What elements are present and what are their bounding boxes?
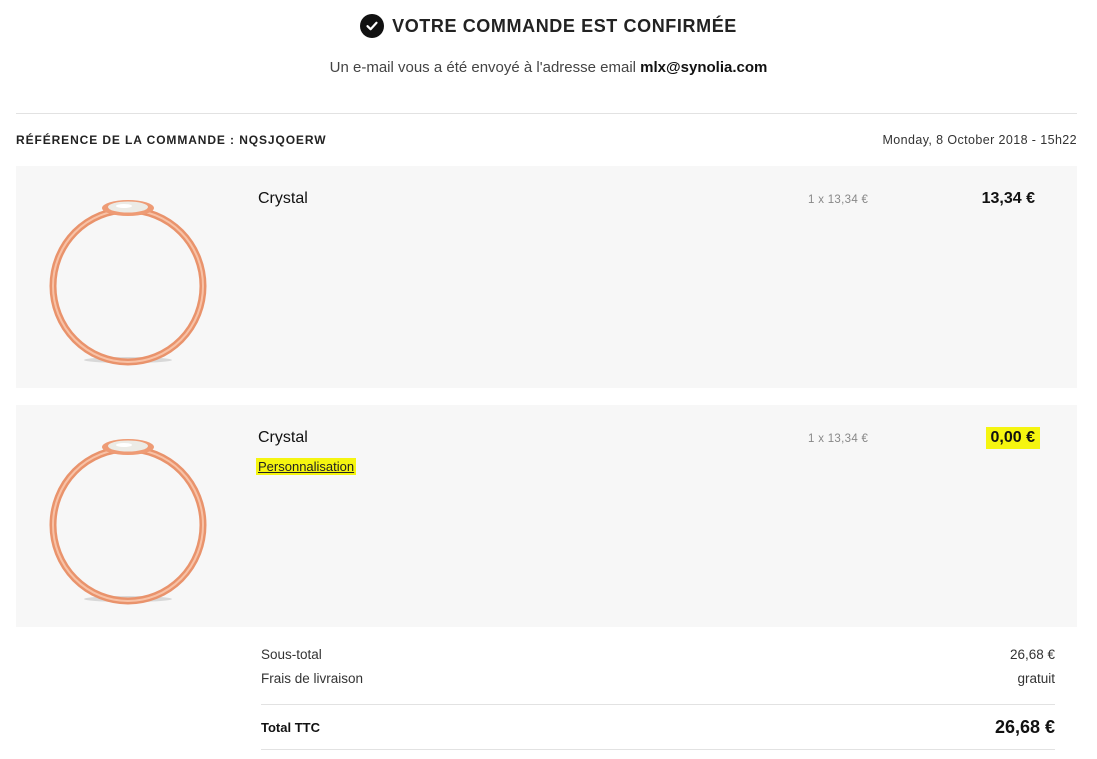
- subtotal-label: Sous-total: [261, 647, 322, 662]
- order-reference: RÉFÉRENCE DE LA COMMANDE : NQSJQOERW: [16, 133, 327, 147]
- ring-image: [44, 433, 214, 608]
- totals-bottom-divider: [261, 749, 1055, 750]
- total-row: Total TTC 26,68 €: [261, 705, 1055, 749]
- email-address: mlx@synolia.com: [640, 59, 768, 76]
- confirmation-header: VOTRE COMMANDE EST CONFIRMÉE Un e-mail v…: [0, 14, 1097, 76]
- subtotal-row: Sous-total 26,68 €: [261, 643, 1055, 667]
- order-totals: Sous-total 26,68 € Frais de livraison gr…: [261, 643, 1055, 750]
- total-label: Total TTC: [261, 719, 320, 735]
- shipping-value: gratuit: [1017, 671, 1055, 686]
- product-row: Crystal 1 x 13,34 € 13,34 €: [16, 166, 1077, 388]
- email-notice: Un e-mail vous a été envoyé à l'adresse …: [0, 59, 1097, 76]
- product-price: 0,00 €: [985, 427, 1040, 449]
- ring-image: [44, 194, 214, 369]
- personnalisation-link[interactable]: Personnalisation: [256, 458, 357, 475]
- product-name: Crystal: [258, 429, 308, 446]
- check-circle-icon: [360, 14, 385, 38]
- order-date: Monday, 8 October 2018 - 15h22: [882, 133, 1077, 147]
- page-title: VOTRE COMMANDE EST CONFIRMÉE: [392, 15, 737, 36]
- product-quantity: 1 x 13,34 €: [808, 433, 869, 445]
- total-value: 26,68 €: [994, 716, 1055, 737]
- product-price: 13,34 €: [981, 190, 1035, 207]
- subtotal-value: 26,68 €: [1009, 647, 1055, 662]
- shipping-label: Frais de livraison: [261, 671, 364, 686]
- shipping-row: Frais de livraison gratuit: [261, 667, 1055, 691]
- product-row: Crystal Personnalisation 1 x 13,34 € 0,0…: [16, 405, 1077, 627]
- email-notice-text: Un e-mail vous a été envoyé à l'adresse …: [329, 59, 636, 76]
- title-row: VOTRE COMMANDE EST CONFIRMÉE: [360, 14, 737, 38]
- product-quantity: 1 x 13,34 €: [808, 194, 869, 206]
- header-divider: [16, 113, 1077, 114]
- product-name: Crystal: [258, 190, 308, 207]
